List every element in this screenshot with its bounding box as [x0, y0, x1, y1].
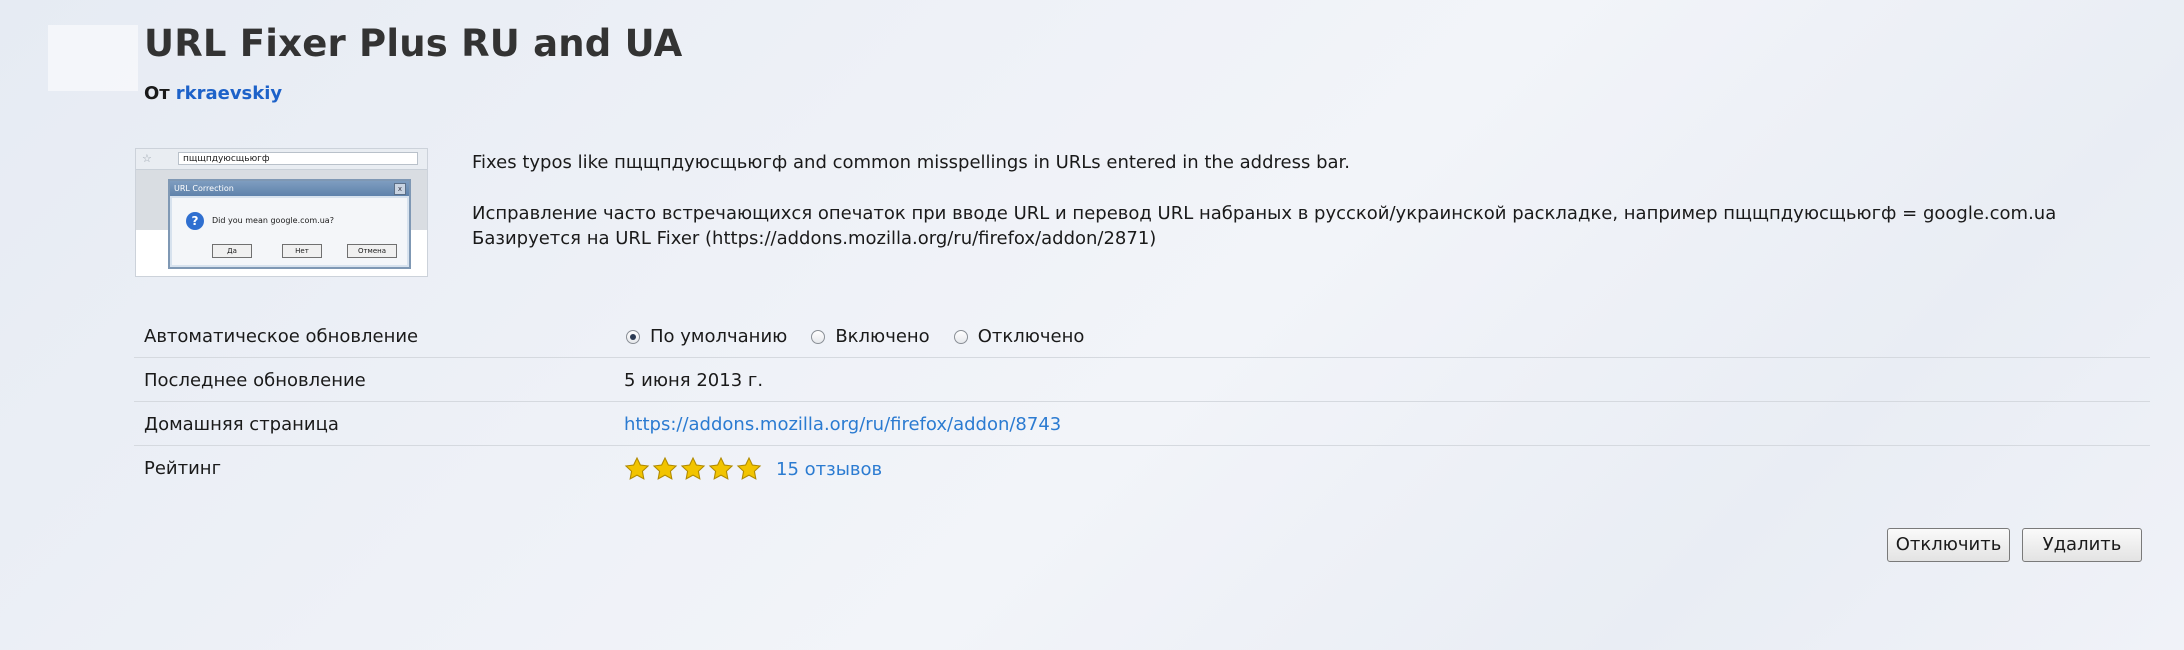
star-icon [736, 456, 762, 480]
star-icon [680, 456, 706, 480]
last-update-row: Последнее обновление 5 июня 2013 г. [134, 358, 2150, 402]
reviews-link[interactable]: 15 отзывов [776, 459, 882, 480]
radio-default[interactable] [626, 329, 640, 344]
thumb-no-button: Нет [282, 244, 322, 258]
thumb-toolbar: ☆ пщщпдуюсщьюгф [136, 149, 427, 170]
question-icon: ? [186, 212, 204, 230]
radio-enabled-label[interactable]: Включено [835, 326, 929, 347]
radio-disabled-label[interactable]: Отключено [978, 326, 1085, 347]
auto-update-row: Автоматическое обновление По умолчанию В… [134, 314, 2150, 358]
radio-enabled[interactable] [811, 329, 826, 344]
rating-label: Рейтинг [144, 458, 222, 479]
homepage-label: Домашняя страница [144, 414, 339, 435]
description-line-3: Базируется на URL Fixer (https://addons.… [472, 228, 1157, 249]
thumb-dialog-question: Did you mean google.com.ua? [212, 216, 334, 225]
radio-disabled[interactable] [953, 329, 968, 344]
addon-byline: От rkraevskiy [144, 83, 282, 104]
description-line-2: Исправление часто встречающихся опечаток… [472, 203, 2057, 224]
thumb-yes-button: Да [212, 244, 252, 258]
author-link[interactable]: rkraevskiy [176, 83, 282, 104]
thumb-dialog-close-icon: x [394, 183, 406, 195]
remove-button[interactable]: Удалить [2022, 528, 2142, 562]
thumb-dialog-body: ? Did you mean google.com.ua? Да Нет Отм… [172, 198, 407, 265]
star-icon [708, 456, 734, 480]
thumb-dialog: URL Correction x ? Did you mean google.c… [168, 179, 411, 269]
addon-title: URL Fixer Plus RU and UA [144, 22, 683, 65]
rating-row: Рейтинг 15 отзывов [134, 446, 2150, 489]
auto-update-radio-group: По умолчанию Включено Отключено [626, 326, 1108, 347]
addon-screenshot-thumbnail[interactable]: ☆ пщщпдуюсщьюгф URL Correction x ? Did y… [135, 148, 428, 277]
rating-stars: 15 отзывов [624, 456, 882, 482]
radio-default-label[interactable]: По умолчанию [650, 326, 787, 347]
star-icon [624, 456, 650, 480]
star-icon [652, 456, 678, 480]
by-label: От [144, 83, 170, 104]
last-update-label: Последнее обновление [144, 370, 366, 391]
description-line-1: Fixes typos like пщщпдуюсщьюгф and commo… [472, 152, 1350, 173]
thumb-star-icon: ☆ [142, 152, 152, 165]
last-update-value: 5 июня 2013 г. [624, 370, 764, 391]
thumb-dialog-title: URL Correction [170, 181, 409, 196]
homepage-link[interactable]: https://addons.mozilla.org/ru/firefox/ad… [624, 414, 1061, 435]
homepage-row: Домашняя страница https://addons.mozilla… [134, 402, 2150, 446]
disable-button[interactable]: Отключить [1887, 528, 2010, 562]
thumb-address-bar: пщщпдуюсщьюгф [178, 152, 418, 165]
background-highlight [48, 25, 138, 91]
star-icons [624, 456, 764, 482]
auto-update-label: Автоматическое обновление [144, 326, 419, 347]
thumb-cancel-button: Отмена [347, 244, 397, 258]
